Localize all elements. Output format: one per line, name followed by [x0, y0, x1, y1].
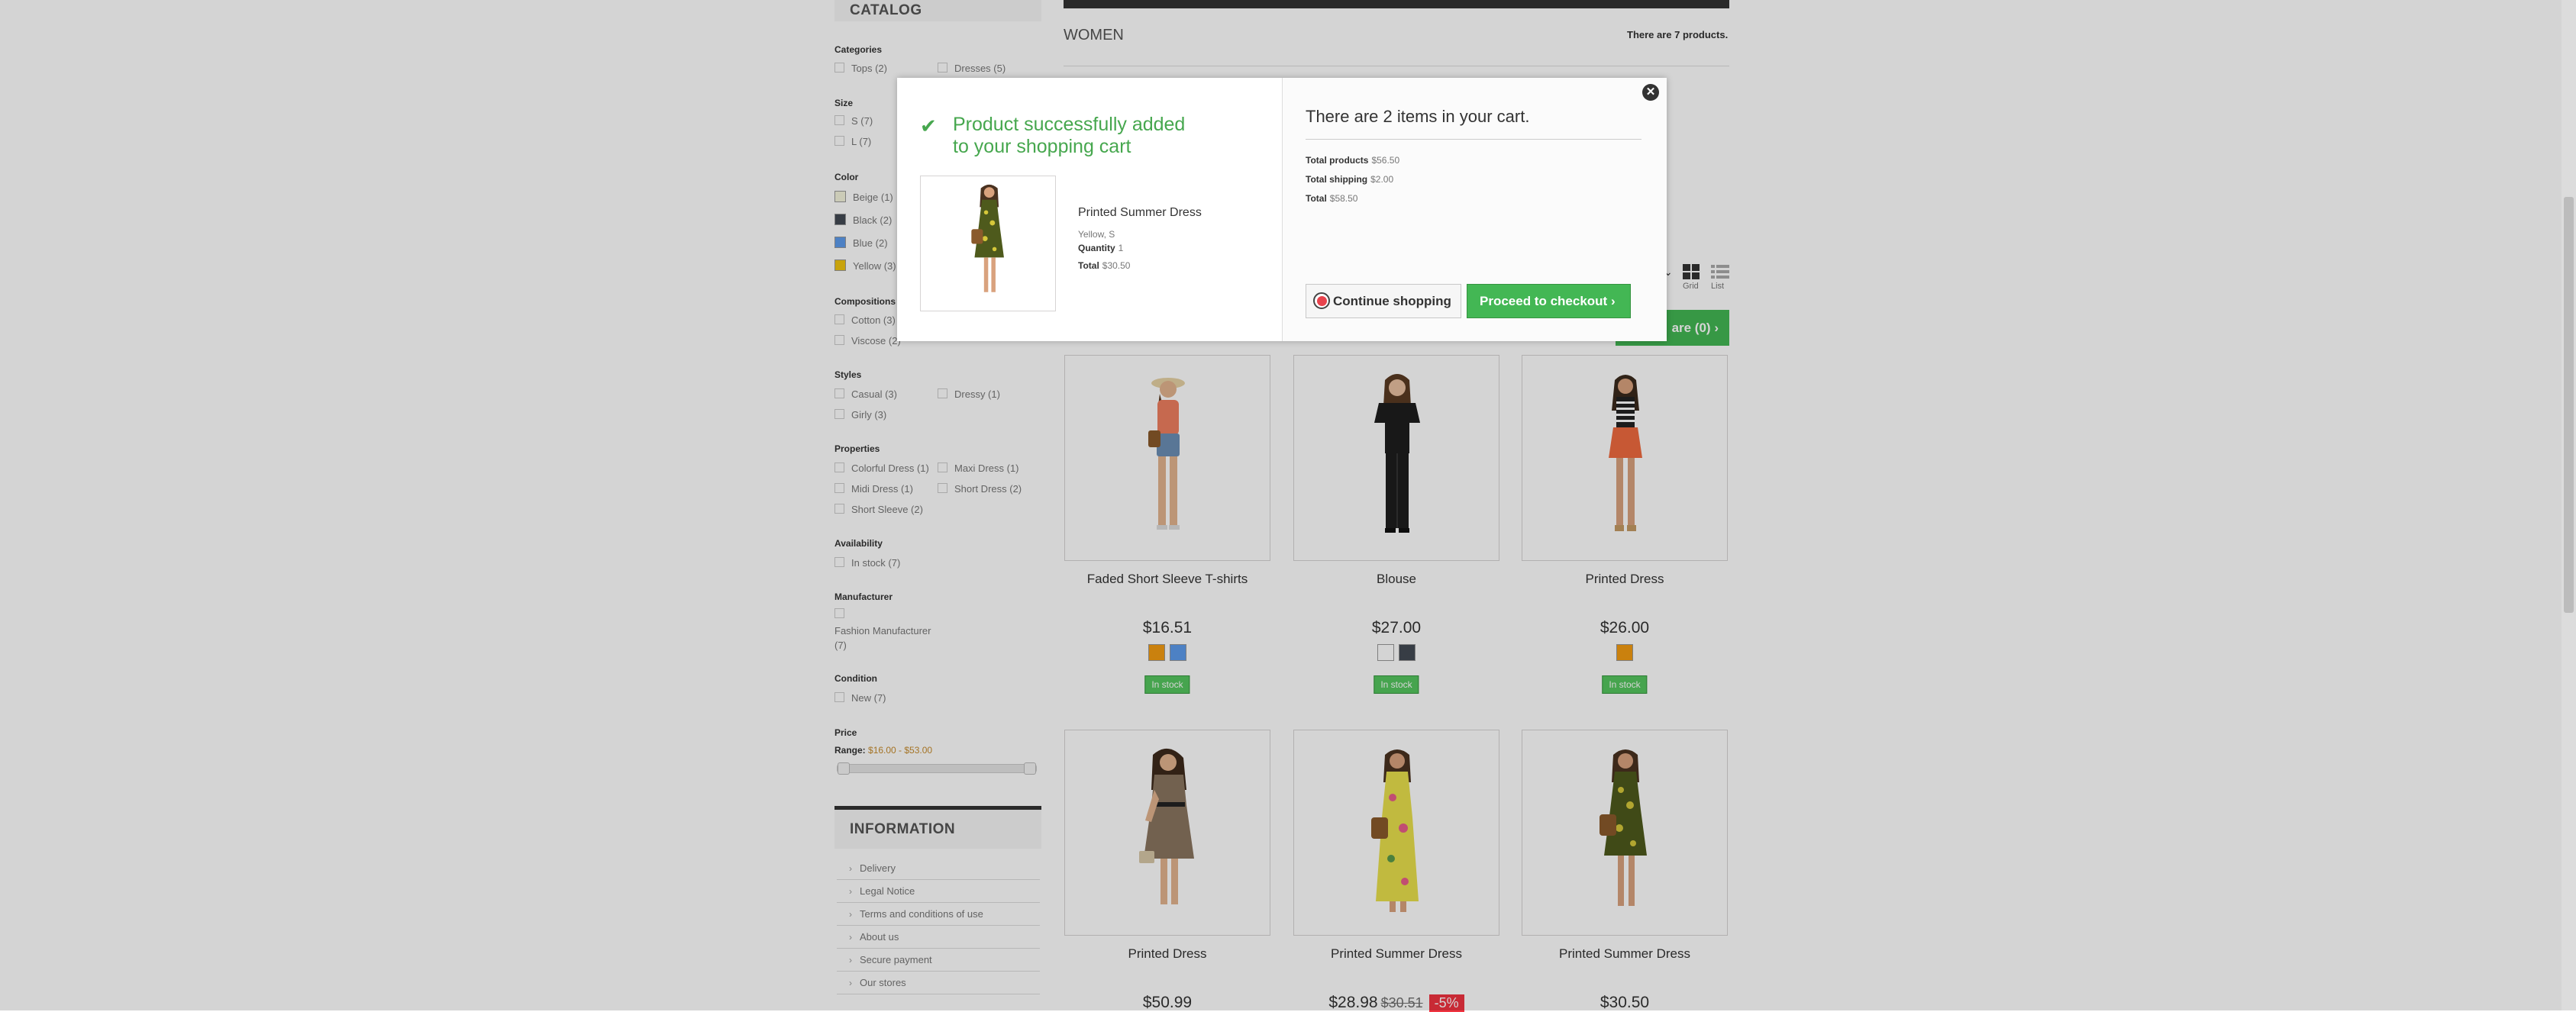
total-row: Total $58.50: [1306, 193, 1358, 204]
cart-items-heading: There are 2 items in your cart.: [1306, 107, 1530, 126]
close-icon[interactable]: ✕: [1642, 84, 1659, 101]
proceed-to-checkout-button[interactable]: Proceed to checkout ›: [1467, 284, 1631, 318]
added-product-image: [920, 176, 1056, 311]
add-to-cart-modal: ✔ Product successfully added to your sho…: [897, 78, 1667, 341]
total-shipping-row: Total shipping $2.00: [1306, 174, 1394, 185]
added-product-attributes: Yellow, S: [1078, 229, 1115, 240]
cart-divider: [1306, 139, 1641, 140]
click-marker: [1317, 296, 1327, 306]
total-products-row: Total products $56.50: [1306, 155, 1400, 166]
check-icon: ✔: [920, 114, 937, 137]
added-product-total: Total $30.50: [1078, 260, 1131, 271]
success-message: ✔ Product successfully added to your sho…: [920, 114, 1186, 157]
chevron-right-icon: ›: [1610, 294, 1616, 308]
scrollbar-thumb[interactable]: [2564, 197, 2574, 613]
continue-shopping-button[interactable]: Continue shopping: [1306, 284, 1461, 318]
added-product-name: Printed Summer Dress: [1078, 206, 1202, 219]
model-photo: [971, 184, 1004, 292]
added-product-quantity: Quantity 1: [1078, 243, 1124, 253]
category-page: CATALOG Categories Tops (2) Dresses (5) …: [0, 0, 2576, 1012]
modal-product-panel: ✔ Product successfully added to your sho…: [897, 78, 1283, 341]
